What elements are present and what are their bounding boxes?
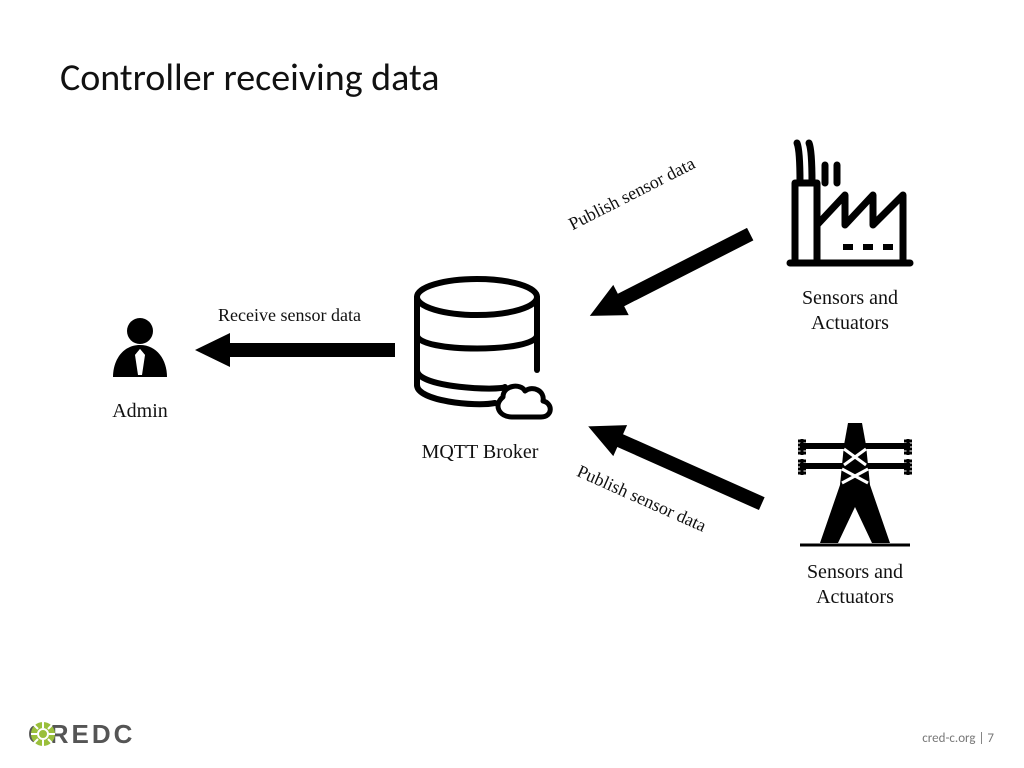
footer-number: 7	[987, 731, 994, 746]
footer-sep: |	[976, 731, 988, 746]
slide-title: Controller receiving data	[60, 55, 439, 101]
admin-icon	[105, 315, 175, 395]
footer-site: cred-c.org	[922, 731, 975, 746]
arrow-receive	[195, 330, 395, 370]
tower-icon	[790, 415, 920, 555]
credc-logo: CREDC	[28, 719, 135, 750]
broker-label: MQTT Broker	[395, 441, 565, 464]
database-cloud-icon	[405, 275, 555, 435]
arrow-publish-top	[580, 225, 760, 325]
factory-icon	[775, 135, 925, 275]
slide: Controller receiving data Admin MQTT Bro…	[0, 0, 1024, 768]
logo-gear-icon	[28, 719, 58, 749]
receive-label: Receive sensor data	[218, 305, 361, 326]
publish-top-label: Publish sensor data	[565, 153, 698, 235]
admin-label: Admin	[100, 400, 180, 423]
tower-label: Sensors and Actuators	[770, 560, 940, 610]
factory-label: Sensors and Actuators	[765, 286, 935, 336]
footer-page: cred-c.org | 7	[922, 731, 994, 746]
